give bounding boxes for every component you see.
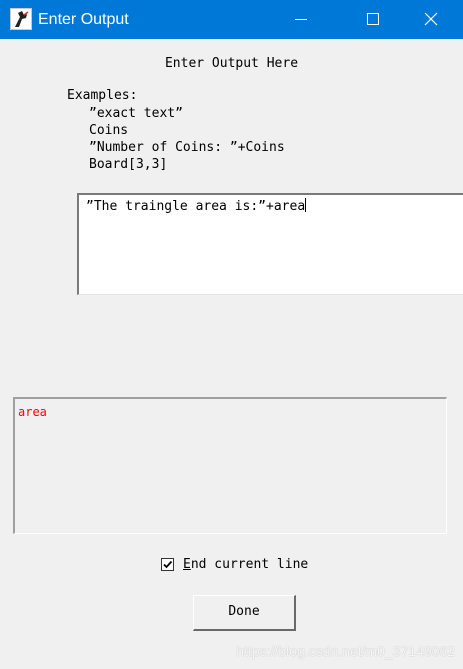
variables-list[interactable]: area bbox=[13, 397, 447, 534]
app-icon bbox=[10, 8, 32, 30]
minimize-button[interactable] bbox=[278, 0, 324, 39]
title-bar[interactable]: Enter Output bbox=[0, 0, 463, 39]
dialog-heading: Enter Output Here bbox=[164, 56, 299, 71]
done-button[interactable]: Done bbox=[193, 595, 296, 631]
maximize-button[interactable] bbox=[350, 0, 396, 39]
example-array: Board[3,3] bbox=[89, 157, 168, 172]
maximize-icon bbox=[367, 13, 379, 25]
close-button[interactable] bbox=[408, 0, 454, 39]
end-current-line-checkbox[interactable] bbox=[161, 558, 174, 571]
watermark-text: https://blog.csdn.net/m0_37149062 bbox=[236, 643, 455, 659]
window-title: Enter Output bbox=[38, 11, 129, 28]
close-icon bbox=[424, 12, 438, 26]
accelerator-key: E bbox=[183, 557, 191, 572]
minimize-icon bbox=[295, 19, 307, 20]
end-current-line-text: nd current line bbox=[190, 557, 309, 572]
example-concat: ”Number of Coins: ”+Coins bbox=[89, 140, 285, 155]
checkmark-icon bbox=[163, 560, 173, 569]
end-current-line-label[interactable]: End current line bbox=[183, 557, 308, 572]
text-caret bbox=[305, 198, 307, 212]
example-variable: Coins bbox=[89, 123, 129, 138]
examples-title: Examples: bbox=[67, 88, 138, 103]
output-expression-input[interactable]: ”The traingle area is:”+area bbox=[77, 193, 463, 295]
variable-item[interactable]: area bbox=[18, 405, 47, 419]
output-expression-value: ”The traingle area is:”+area bbox=[86, 199, 306, 214]
example-exact-text: ”exact text” bbox=[89, 106, 183, 121]
